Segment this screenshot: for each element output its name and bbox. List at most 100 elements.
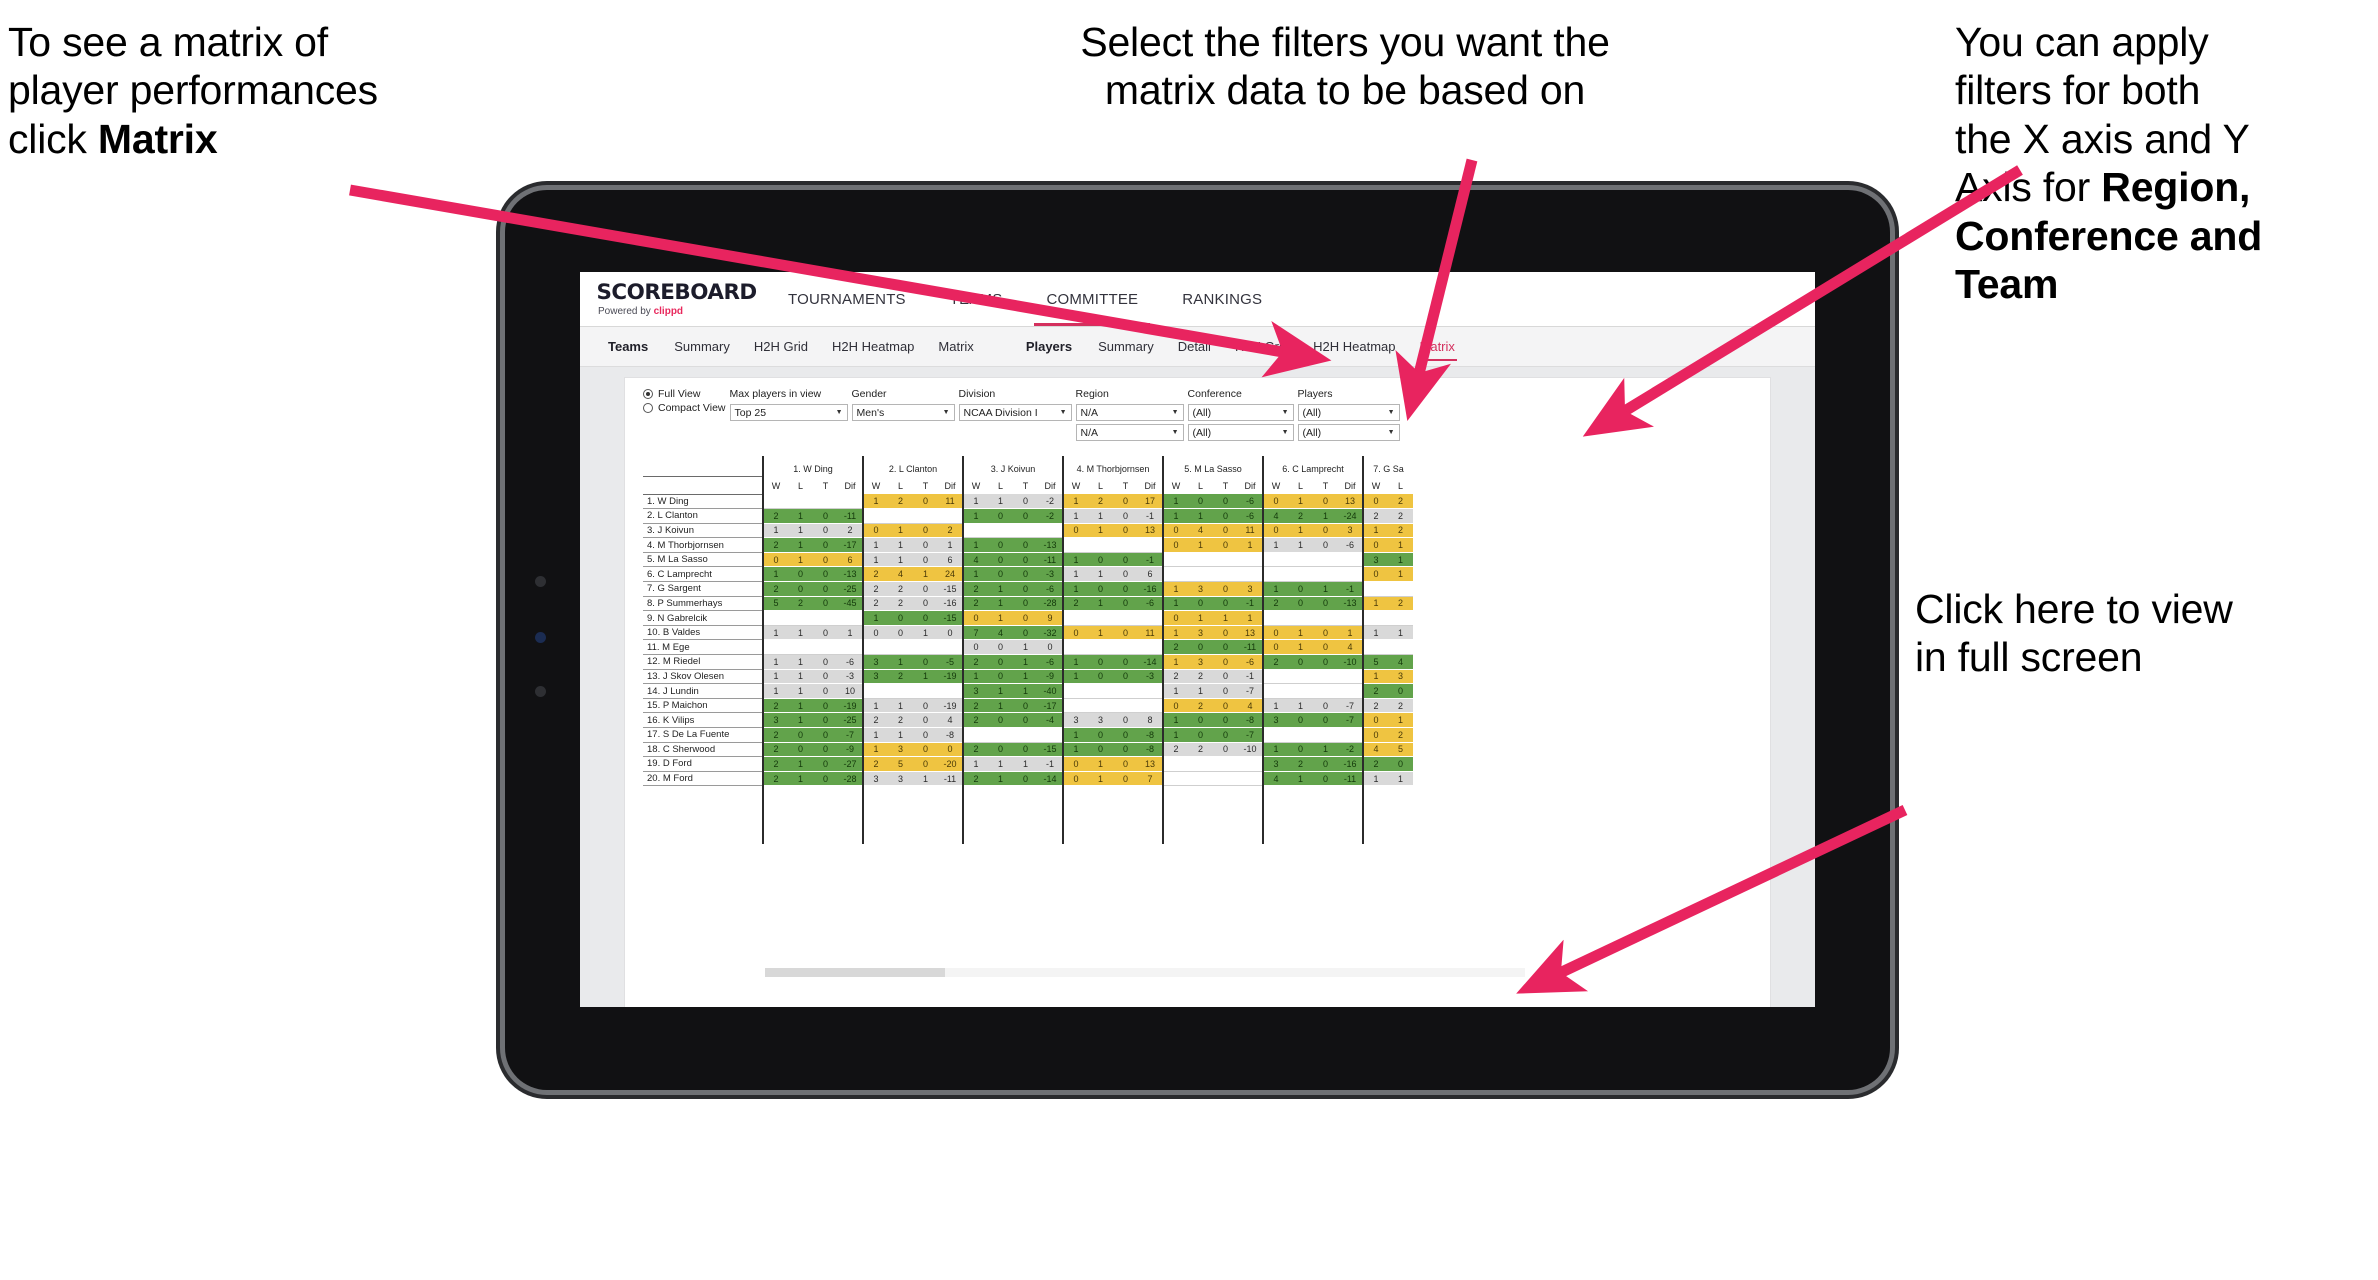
matrix-cell[interactable]: 0 — [788, 742, 813, 758]
matrix-cell[interactable]: 2 — [862, 581, 888, 597]
matrix-cell[interactable] — [913, 508, 938, 524]
matrix-cell[interactable]: 0 — [1388, 683, 1413, 699]
subnav-players-h2h-grid[interactable]: H2H Grid — [1223, 327, 1301, 367]
matrix-cell[interactable]: 0 — [1013, 494, 1038, 510]
matrix-cell[interactable]: 1 — [988, 771, 1013, 787]
matrix-row-header[interactable]: 19. D Ford — [643, 756, 763, 772]
matrix-cell[interactable]: 1 — [1362, 596, 1388, 612]
matrix-cell[interactable]: 0 — [1313, 698, 1338, 714]
matrix-cell[interactable]: 0 — [962, 610, 988, 626]
matrix-cell[interactable]: -7 — [1238, 683, 1263, 699]
matrix-cell[interactable]: -19 — [838, 698, 863, 714]
matrix-cell[interactable]: 0 — [1113, 654, 1138, 670]
matrix-cell[interactable]: 1 — [1162, 654, 1188, 670]
filter-players-y-select[interactable]: (All) ▼ — [1297, 424, 1400, 441]
matrix-cell[interactable]: 2 — [1162, 639, 1188, 656]
matrix-cell[interactable]: 3 — [862, 771, 888, 787]
matrix-cell[interactable]: 1 — [1013, 654, 1038, 670]
matrix-cell[interactable] — [938, 683, 963, 699]
matrix-cell[interactable] — [888, 683, 913, 699]
matrix-cell[interactable] — [1013, 727, 1038, 743]
matrix-cell[interactable]: 0 — [1213, 625, 1238, 641]
matrix-cell[interactable]: 1 — [962, 508, 988, 524]
matrix-cell[interactable]: -13 — [1338, 596, 1363, 612]
matrix-cell[interactable]: 0 — [913, 537, 938, 553]
matrix-cell[interactable] — [1313, 566, 1338, 583]
matrix-cell[interactable]: 1 — [1388, 712, 1413, 728]
matrix-cell[interactable]: -6 — [1038, 581, 1063, 597]
matrix-cell[interactable]: 0 — [1113, 742, 1138, 758]
matrix-cell[interactable]: 0 — [913, 552, 938, 568]
matrix-row[interactable]: 18. C Sherwood 2 0 0 -9 1 3 0 0 2 0 0 -15 1 0 0 -8 2 2 0 -10… — [643, 742, 1413, 758]
matrix-cell[interactable]: 0 — [1088, 552, 1113, 568]
matrix-cell[interactable]: 0 — [913, 581, 938, 597]
subnav-players-h2h-heatmap[interactable]: H2H Heatmap — [1301, 327, 1407, 367]
matrix-cell[interactable]: -15 — [938, 581, 963, 597]
matrix-cell[interactable]: 5 — [1362, 654, 1388, 670]
matrix-cell[interactable]: 1 — [1388, 552, 1413, 568]
matrix-cell[interactable]: -8 — [1238, 712, 1263, 728]
matrix-cell[interactable]: 0 — [1113, 581, 1138, 597]
matrix-cell[interactable]: 1 — [788, 698, 813, 714]
matrix-cell[interactable]: 0 — [1188, 712, 1213, 728]
matrix-cell[interactable] — [888, 508, 913, 524]
matrix-cell[interactable]: -6 — [1238, 654, 1263, 670]
matrix-cell[interactable]: 2 — [888, 596, 913, 612]
matrix-cell[interactable]: 3 — [762, 712, 788, 728]
matrix-cell[interactable]: 0 — [1088, 581, 1113, 597]
matrix-cell[interactable]: -11 — [1338, 771, 1363, 787]
matrix-cell[interactable]: 0 — [1088, 727, 1113, 743]
matrix-cell[interactable]: 1 — [788, 508, 813, 524]
matrix-cell[interactable] — [1262, 669, 1288, 685]
matrix-cell[interactable] — [988, 523, 1013, 539]
matrix-cell[interactable]: 1 — [1188, 508, 1213, 524]
matrix-cell[interactable] — [1288, 552, 1313, 568]
matrix-cell[interactable]: 2 — [1388, 727, 1413, 743]
matrix-cell[interactable]: 3 — [1262, 756, 1288, 772]
matrix-cell[interactable]: 2 — [1088, 494, 1113, 510]
matrix-cell[interactable]: 1 — [788, 523, 813, 539]
matrix-cell[interactable]: 0 — [1013, 566, 1038, 583]
matrix-cell[interactable]: 1 — [888, 654, 913, 670]
matrix-col-header[interactable]: 7. G Sa — [1362, 456, 1413, 476]
matrix-cell[interactable]: 0 — [1013, 625, 1038, 641]
matrix-cell[interactable]: -16 — [1338, 756, 1363, 772]
matrix-cell[interactable]: 0 — [1013, 712, 1038, 728]
matrix-cell[interactable]: 3 — [862, 669, 888, 685]
matrix-cell[interactable] — [1313, 552, 1338, 568]
matrix-cell[interactable]: -7 — [838, 727, 863, 743]
matrix-row[interactable]: 12. M Riedel 1 1 0 -6 3 1 0 -5 2 0 1 -6 1 0 0 -14 1 3 0 -6 2 0… — [643, 654, 1413, 670]
matrix-cell[interactable]: 0 — [988, 552, 1013, 568]
matrix-cell[interactable] — [1338, 566, 1363, 583]
matrix-cell[interactable]: 5 — [1388, 742, 1413, 758]
matrix-cell[interactable] — [1238, 756, 1263, 772]
matrix-cell[interactable]: -15 — [938, 610, 963, 626]
matrix-cell[interactable] — [762, 610, 788, 626]
matrix-cell[interactable]: 0 — [1262, 523, 1288, 539]
matrix-cell[interactable]: 0 — [938, 742, 963, 758]
matrix-cell[interactable]: 0 — [1113, 712, 1138, 728]
matrix-cell[interactable] — [1338, 727, 1363, 743]
matrix-cell[interactable]: 0 — [988, 639, 1013, 656]
matrix-cell[interactable]: 2 — [1262, 596, 1288, 612]
matrix-cell[interactable]: 2 — [888, 669, 913, 685]
matrix-cell[interactable]: 0 — [1088, 669, 1113, 685]
matrix-cell[interactable]: 0 — [1213, 669, 1238, 685]
matrix-cell[interactable]: -16 — [938, 596, 963, 612]
matrix-cell[interactable]: 0 — [1062, 625, 1088, 641]
matrix-cell[interactable]: -10 — [1338, 654, 1363, 670]
matrix-cell[interactable]: -16 — [1138, 581, 1163, 597]
matrix-cell[interactable]: 1 — [1062, 566, 1088, 583]
matrix-cell[interactable]: -1 — [1338, 581, 1363, 597]
matrix-row-header[interactable]: 7. G Sargent — [643, 581, 763, 597]
matrix-cell[interactable]: 0 — [1113, 494, 1138, 510]
matrix-cell[interactable]: 0 — [1013, 581, 1038, 597]
matrix-cell[interactable]: 0 — [988, 537, 1013, 553]
matrix-cell[interactable]: 4 — [1388, 654, 1413, 670]
matrix-cell[interactable]: 4 — [1238, 698, 1263, 714]
matrix-cell[interactable]: 0 — [1113, 771, 1138, 787]
matrix-cell[interactable]: -14 — [1038, 771, 1063, 787]
matrix-cell[interactable]: -1 — [1138, 552, 1163, 568]
matrix-cell[interactable]: 1 — [1162, 625, 1188, 641]
matrix-cell[interactable]: 0 — [813, 596, 838, 612]
